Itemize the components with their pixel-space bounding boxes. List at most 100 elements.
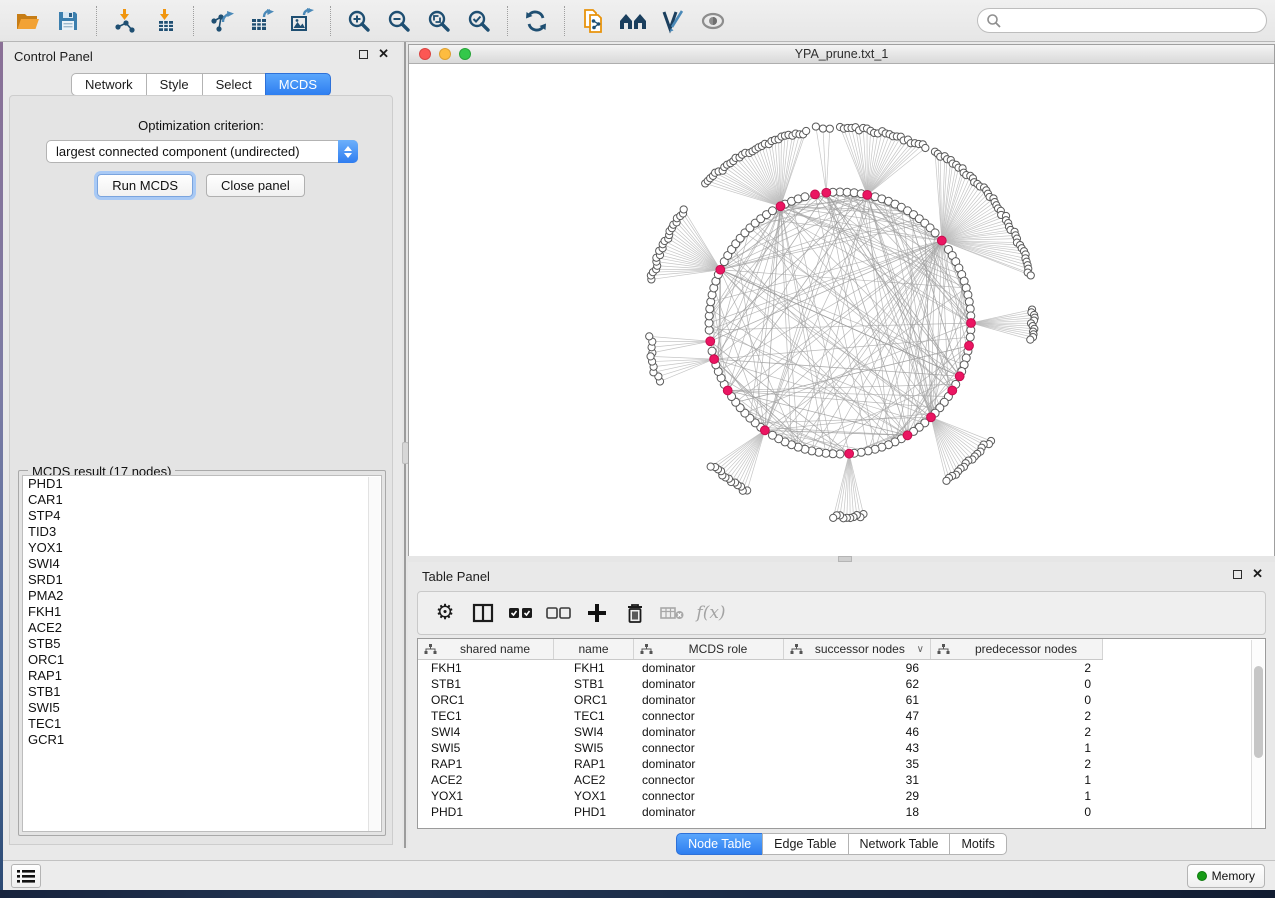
mcds-result-item[interactable]: ORC1: [23, 652, 381, 668]
deselect-all-rows-button[interactable]: [542, 595, 576, 631]
add-column-button[interactable]: [580, 595, 614, 631]
table-row[interactable]: YOX1YOX1connector291: [418, 788, 1252, 804]
mcds-result-item[interactable]: RAP1: [23, 668, 381, 684]
zoom-selected-button[interactable]: [461, 4, 497, 38]
delete-table-icon: [660, 604, 686, 622]
mcds-result-item[interactable]: STB1: [23, 684, 381, 700]
run-mcds-button[interactable]: Run MCDS: [97, 174, 193, 197]
show-columns-button[interactable]: [466, 595, 500, 631]
mcds-result-item[interactable]: CAR1: [23, 492, 381, 508]
mcds-result-item[interactable]: STP4: [23, 508, 381, 524]
network-graph: [409, 65, 1274, 556]
zoom-in-button[interactable]: [341, 4, 377, 38]
tab-network-table[interactable]: Network Table: [848, 833, 951, 855]
cell-shared-name: STB1: [418, 677, 554, 691]
network-window-titlebar[interactable]: YPA_prune.txt_1: [409, 45, 1274, 64]
cell-successor-nodes: 46: [784, 725, 931, 739]
mcds-result-item[interactable]: TID3: [23, 524, 381, 540]
table-row[interactable]: RAP1RAP1dominator352: [418, 756, 1252, 772]
search-input[interactable]: [1002, 14, 1258, 28]
mcds-result-item[interactable]: FKH1: [23, 604, 381, 620]
cell-shared-name: RAP1: [418, 757, 554, 771]
toolbar-separator: [564, 6, 565, 36]
export-image-button[interactable]: [284, 4, 320, 38]
cell-shared-name: SWI4: [418, 725, 554, 739]
gear-icon: ⚙: [436, 603, 455, 623]
mcds-result-item[interactable]: TEC1: [23, 716, 381, 732]
search-box[interactable]: [977, 8, 1267, 33]
mcds-result-item[interactable]: YOX1: [23, 540, 381, 556]
import-network-button[interactable]: [107, 4, 143, 38]
import-table-button[interactable]: [147, 4, 183, 38]
table-row[interactable]: TEC1TEC1connector472: [418, 708, 1252, 724]
hierarchy-icon: [424, 644, 437, 655]
tab-motifs[interactable]: Motifs: [949, 833, 1006, 855]
graphics-details-button[interactable]: [695, 4, 731, 38]
hide-selected-button[interactable]: [655, 4, 691, 38]
cell-predecessor-nodes: 1: [931, 789, 1103, 803]
tab-style[interactable]: Style: [146, 73, 203, 96]
deselect-all-icon: [546, 605, 572, 621]
cell-successor-nodes: 62: [784, 677, 931, 691]
zoom-fit-icon: [426, 8, 452, 34]
mcds-result-list[interactable]: PHD1CAR1STP4TID3YOX1SWI4SRD1PMA2FKH1ACE2…: [22, 475, 382, 832]
table-row[interactable]: SWI5SWI5connector431: [418, 740, 1252, 756]
export-network-button[interactable]: [204, 4, 240, 38]
table-row[interactable]: PHD1PHD1dominator180: [418, 804, 1252, 820]
mcds-result-item[interactable]: SWI4: [23, 556, 381, 572]
mcds-result-item[interactable]: PHD1: [23, 476, 381, 492]
column-header-successor-nodes[interactable]: successor nodes∨: [784, 639, 931, 659]
table-row[interactable]: FKH1FKH1dominator962: [418, 660, 1252, 676]
open-session-button[interactable]: [10, 4, 46, 38]
task-history-button[interactable]: [11, 864, 41, 888]
apply-layout-button[interactable]: [518, 4, 554, 38]
mcds-result-item[interactable]: PMA2: [23, 588, 381, 604]
scrollbar-thumb[interactable]: [1254, 666, 1263, 758]
column-header-shared-name[interactable]: shared name: [418, 639, 554, 659]
mcds-result-item[interactable]: GCR1: [23, 732, 381, 748]
new-network-from-selection-button[interactable]: [575, 4, 611, 38]
table-row[interactable]: ORC1ORC1dominator610: [418, 692, 1252, 708]
column-header-name[interactable]: name: [554, 639, 634, 659]
export-table-button[interactable]: [244, 4, 280, 38]
table-header-row: shared namenameMCDS rolesuccessor nodes∨…: [418, 639, 1103, 660]
tab-network[interactable]: Network: [71, 73, 147, 96]
column-header-predecessor-nodes[interactable]: predecessor nodes: [931, 639, 1103, 659]
tab-select[interactable]: Select: [202, 73, 266, 96]
tab-node-table[interactable]: Node Table: [676, 833, 763, 855]
first-neighbors-button[interactable]: [615, 4, 651, 38]
cell-name: STB1: [554, 677, 634, 691]
mcds-result-item[interactable]: STB5: [23, 636, 381, 652]
list-scrollbar[interactable]: [368, 477, 380, 832]
mcds-result-item[interactable]: SRD1: [23, 572, 381, 588]
memory-button[interactable]: Memory: [1187, 864, 1265, 888]
select-all-rows-button[interactable]: [504, 595, 538, 631]
network-canvas[interactable]: [409, 65, 1274, 556]
delete-column-button[interactable]: [618, 595, 652, 631]
table-row[interactable]: ACE2ACE2connector311: [418, 772, 1252, 788]
delete-table-button-disabled: [656, 595, 690, 631]
zoom-out-button[interactable]: [381, 4, 417, 38]
tab-mcds[interactable]: MCDS: [265, 73, 331, 96]
close-panel-icon[interactable]: ✕: [1252, 569, 1263, 579]
close-panel-button[interactable]: Close panel: [206, 174, 305, 197]
sort-descending-icon[interactable]: ∨: [917, 644, 924, 655]
table-scrollbar[interactable]: [1251, 640, 1264, 828]
column-label: successor nodes: [803, 642, 917, 656]
save-session-button[interactable]: [50, 4, 86, 38]
export-table-icon: [249, 8, 275, 34]
float-panel-icon[interactable]: [1233, 570, 1242, 579]
float-panel-icon[interactable]: [359, 50, 368, 59]
cell-successor-nodes: 96: [784, 661, 931, 675]
column-label: shared name: [437, 642, 553, 656]
zoom-fit-button[interactable]: [421, 4, 457, 38]
mcds-result-item[interactable]: SWI5: [23, 700, 381, 716]
mcds-result-item[interactable]: ACE2: [23, 620, 381, 636]
column-header-MCDS-role[interactable]: MCDS role: [634, 639, 784, 659]
close-panel-icon[interactable]: ✕: [378, 49, 389, 59]
tab-edge-table[interactable]: Edge Table: [762, 833, 848, 855]
table-row[interactable]: SWI4SWI4dominator462: [418, 724, 1252, 740]
optimization-criterion-select[interactable]: largest connected component (undirected): [46, 140, 358, 163]
table-settings-button[interactable]: ⚙: [428, 595, 462, 631]
table-row[interactable]: STB1STB1dominator620: [418, 676, 1252, 692]
